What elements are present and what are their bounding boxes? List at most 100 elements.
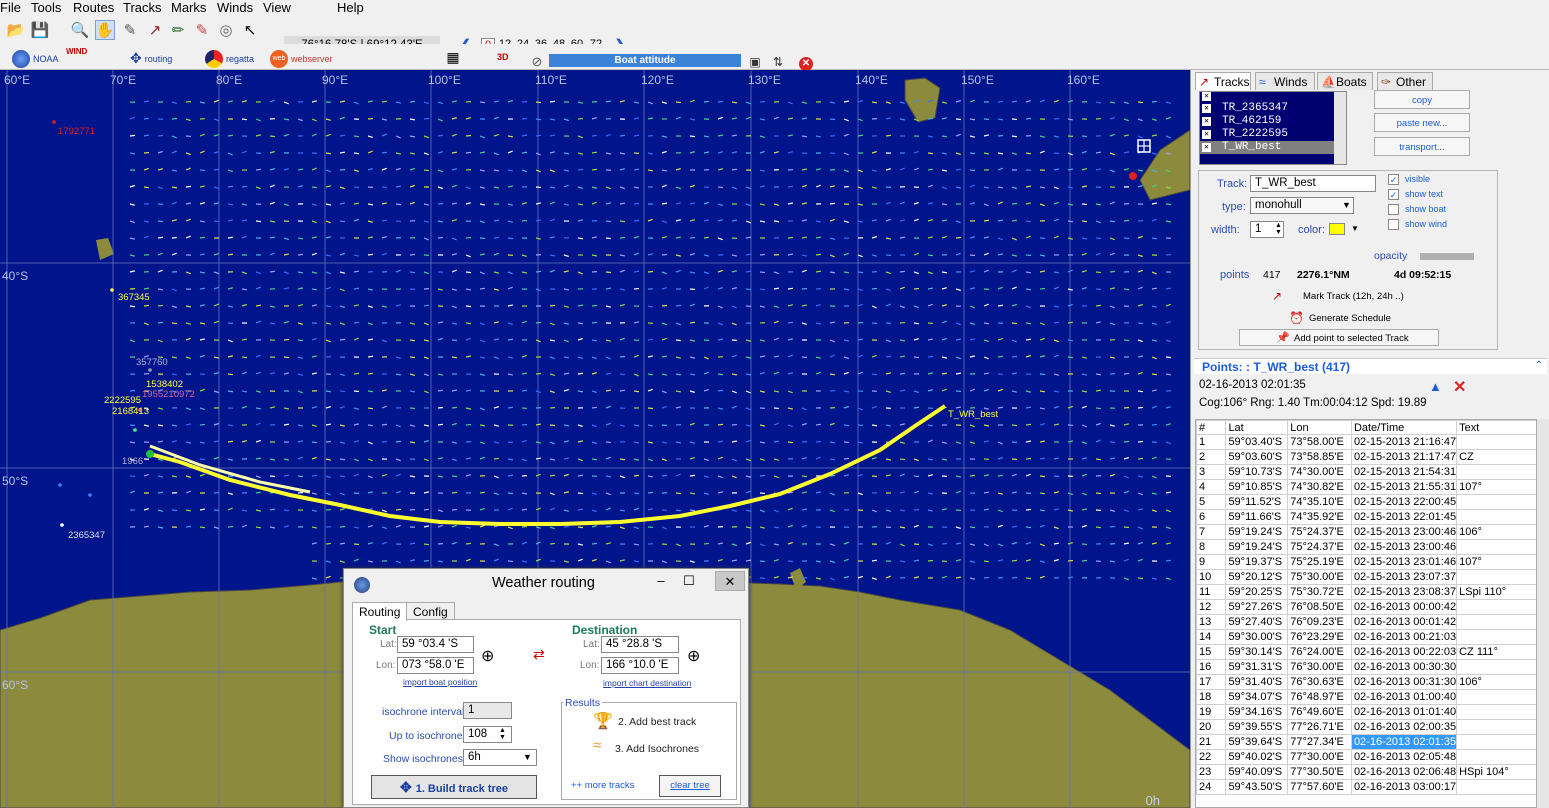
routing-plugin[interactable]: ✥ routing bbox=[130, 50, 172, 67]
transport-button[interactable]: transport... bbox=[1374, 137, 1470, 156]
view-3d-button[interactable]: 3D bbox=[497, 52, 509, 62]
boat-position[interactable] bbox=[133, 428, 137, 432]
best-route-track[interactable] bbox=[149, 404, 947, 526]
webserver-plugin[interactable]: web webserver bbox=[270, 50, 333, 68]
mark-tool-icon[interactable]: ✎ bbox=[192, 20, 212, 40]
column-header[interactable]: Date/Time bbox=[1350, 420, 1458, 435]
start-lat-input[interactable]: 59 °03.4 'S bbox=[397, 636, 474, 653]
checkbox[interactable]: ✕ bbox=[1202, 117, 1211, 126]
visible-checkbox[interactable]: ✓ bbox=[1388, 174, 1399, 185]
list-item[interactable]: ✕ TR_462159 bbox=[1200, 115, 1346, 128]
network-icon[interactable]: ⇅ bbox=[768, 52, 788, 72]
dest-lat-input[interactable]: 45 °28.8 'S bbox=[601, 636, 679, 653]
chevron-down-icon[interactable]: ▼ bbox=[1342, 200, 1351, 210]
copy-button[interactable]: copy bbox=[1374, 90, 1470, 109]
track-label[interactable]: 1966 bbox=[122, 456, 143, 467]
table-row[interactable]: 10 59°20.12'S 75°30.00'E 02-15-2013 23:07:3… bbox=[1196, 569, 1536, 585]
isochrone-track[interactable] bbox=[149, 444, 311, 494]
points-table-scrollbar[interactable] bbox=[1537, 419, 1549, 808]
column-header[interactable]: # bbox=[1196, 420, 1227, 435]
window-icon[interactable]: ▣ bbox=[745, 52, 765, 72]
menu-tools[interactable]: Tools bbox=[31, 0, 61, 16]
measure-icon[interactable]: ✎ bbox=[120, 20, 140, 40]
menu-file[interactable]: File bbox=[0, 0, 21, 16]
tab-routing[interactable]: Routing bbox=[352, 602, 408, 621]
track-label[interactable]: 2222595 bbox=[104, 395, 141, 406]
table-row[interactable]: 6 59°11.66'S 74°35.92'E 02-15-2013 22:01:45 bbox=[1196, 509, 1536, 525]
tab-winds[interactable]: ≈ Winds bbox=[1255, 72, 1315, 90]
generate-schedule-button[interactable]: Generate Schedule bbox=[1309, 313, 1391, 324]
import-chart-destination-link[interactable]: import chart destination bbox=[603, 678, 691, 688]
opacity-slider[interactable] bbox=[1420, 253, 1474, 260]
track-list[interactable]: ✕ ✕ TR_2365347 ✕ TR_462159 ✕ TR_2222595 ✕ T_… bbox=[1199, 91, 1347, 165]
column-header[interactable]: Text bbox=[1456, 420, 1536, 435]
cursor-icon[interactable]: ↖ bbox=[240, 20, 260, 40]
swap-arrows-icon[interactable]: ⇄ bbox=[533, 646, 545, 663]
track-label[interactable]: 367345 bbox=[118, 292, 150, 303]
table-row[interactable]: 8 59°19.24'S 75°24.37'E 02-15-2013 23:00:46 bbox=[1196, 539, 1536, 555]
track-label[interactable]: 1792771 bbox=[58, 126, 95, 137]
start-marker[interactable] bbox=[146, 450, 154, 458]
paste-new-button[interactable]: paste new... bbox=[1374, 113, 1470, 132]
table-row[interactable]: 15 59°30.14'S 76°24.00'E 02-16-2013 00:22:0… bbox=[1196, 644, 1536, 660]
maximize-icon[interactable]: ☐ bbox=[677, 571, 701, 591]
show-wind-checkbox[interactable] bbox=[1388, 219, 1399, 230]
track-name-input[interactable]: T_WR_best bbox=[1250, 175, 1376, 192]
table-row[interactable]: 21 59°39.64'S 77°27.34'E 02-16-2013 02:01:3… bbox=[1196, 734, 1536, 750]
target-icon[interactable]: ◎ bbox=[216, 20, 236, 40]
boat-position[interactable] bbox=[60, 523, 64, 527]
tab-tracks[interactable]: ↗ Tracks bbox=[1195, 72, 1251, 90]
regatta-plugin[interactable]: regatta bbox=[205, 50, 254, 68]
table-row[interactable]: 5 59°11.52'S 74°35.10'E 02-15-2013 22:00:45 bbox=[1196, 494, 1536, 510]
tab-config[interactable]: Config bbox=[406, 602, 455, 620]
table-row[interactable]: 11 59°20.25'S 75°30.72'E 02-15-2013 23:08:3… bbox=[1196, 584, 1536, 600]
show-text-checkbox[interactable]: ✓ bbox=[1388, 189, 1399, 200]
points-table[interactable]: # Lat Lon Date/Time Text 1 59°03.40'S 73°58.00… bbox=[1195, 419, 1537, 808]
table-row[interactable]: 1 59°03.40'S 73°58.00'E 02-15-2013 21:16:47 bbox=[1196, 434, 1536, 450]
checkbox[interactable]: ✕ bbox=[1202, 104, 1211, 113]
table-row[interactable]: 18 59°34.07'S 76°48.97'E 02-16-2013 01:00:4… bbox=[1196, 689, 1536, 705]
menu-view[interactable]: View bbox=[263, 0, 291, 16]
menu-tracks[interactable]: Tracks bbox=[123, 0, 162, 16]
menu-help[interactable]: Help bbox=[337, 0, 364, 16]
destination-marker[interactable] bbox=[1129, 172, 1137, 180]
table-row[interactable]: 20 59°39.55'S 77°26.71'E 02-16-2013 02:00:3… bbox=[1196, 719, 1536, 735]
hand-pan-icon[interactable]: ✋ bbox=[95, 20, 115, 40]
add-best-track-button[interactable]: 2. Add best track bbox=[618, 716, 696, 728]
checkbox[interactable]: ✕ bbox=[1202, 92, 1211, 101]
table-row[interactable]: 17 59°31.40'S 76°30.63'E 02-16-2013 00:31:3… bbox=[1196, 674, 1536, 690]
route-tool-icon[interactable]: ↗ bbox=[145, 20, 165, 40]
crosshair-icon[interactable]: ⊕ bbox=[687, 646, 700, 666]
import-boat-position-link[interactable]: import boat position bbox=[403, 677, 477, 687]
table-row[interactable]: 4 59°10.85'S 74°30.82'E 02-15-2013 21:55:31… bbox=[1196, 479, 1536, 495]
close-boat-attitude-icon[interactable]: ✕ bbox=[799, 57, 813, 71]
list-item[interactable]: ✕ TR_2365347 bbox=[1200, 102, 1346, 115]
table-row[interactable]: 12 59°27.26'S 76°08.50'E 02-16-2013 00:00:4… bbox=[1196, 599, 1536, 615]
close-icon[interactable]: ✕ bbox=[715, 571, 745, 591]
isochrone-interval-input[interactable]: 1 bbox=[463, 702, 512, 719]
stepper-arrows-icon[interactable]: ▲ ▼ bbox=[499, 727, 506, 741]
column-header[interactable]: Lat bbox=[1225, 420, 1289, 435]
table-row[interactable]: 7 59°19.24'S 75°24.37'E 02-15-2013 23:00:46… bbox=[1196, 524, 1536, 540]
open-folder-icon[interactable]: 📂 bbox=[6, 20, 26, 40]
boat-position[interactable] bbox=[88, 493, 92, 497]
menu-routes[interactable]: Routes bbox=[73, 0, 114, 16]
list-item[interactable]: ✕ bbox=[1200, 92, 1346, 102]
up-arrow-icon[interactable]: ▲ bbox=[1429, 379, 1442, 394]
save-icon[interactable]: 💾 bbox=[30, 20, 50, 40]
chevron-down-icon[interactable]: ▼ bbox=[523, 752, 532, 762]
track-label[interactable]: 357760 bbox=[136, 357, 168, 368]
table-row[interactable]: 2 59°03.60'S 73°58.85'E 02-15-2013 21:17:47… bbox=[1196, 449, 1536, 465]
boat-position[interactable] bbox=[148, 368, 152, 372]
calculator-icon[interactable]: ▦ bbox=[443, 47, 463, 67]
crosshair-icon[interactable]: ⊕ bbox=[481, 646, 494, 666]
add-isochrones-button[interactable]: 3. Add Isochrones bbox=[615, 743, 699, 755]
dest-lon-input[interactable]: 166 °10.0 'E bbox=[601, 657, 679, 674]
boat-position[interactable] bbox=[52, 120, 56, 124]
clear-tree-button[interactable]: clear tree bbox=[659, 775, 721, 797]
collapse-icon[interactable]: ⌃ bbox=[1535, 360, 1543, 371]
boat-attitude-bar[interactable]: Boat attitude bbox=[549, 54, 741, 67]
menu-winds[interactable]: Winds bbox=[217, 0, 253, 16]
zoom-icon[interactable]: 🔍 bbox=[70, 20, 90, 40]
wind-plugin[interactable]: WIND bbox=[66, 47, 87, 56]
